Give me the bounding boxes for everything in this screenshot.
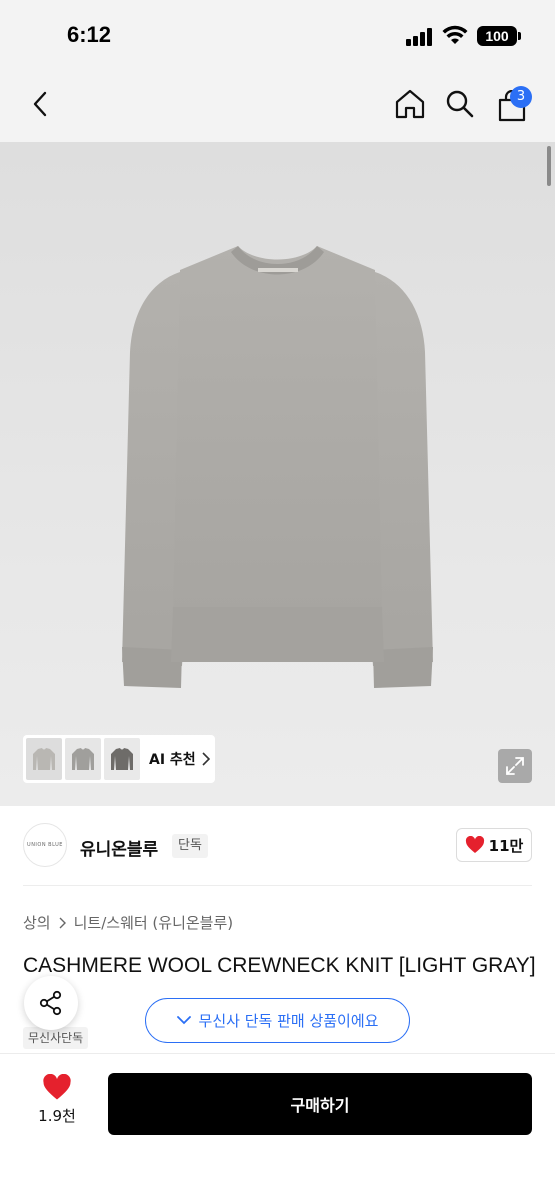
share-button[interactable] [24,976,78,1030]
status-bar: 6:12 100 [0,0,555,72]
fullscreen-button[interactable] [498,749,532,783]
buy-button[interactable]: 구매하기 [108,1073,532,1135]
chevron-right-icon [202,752,210,766]
chevron-right-icon [59,917,66,928]
back-button[interactable] [20,84,60,124]
status-time: 6:12 [67,22,112,47]
sweater-image [122,246,433,688]
search-button[interactable] [440,84,480,124]
breadcrumb: 상의 니트/스웨터 (유니온블루) [23,912,233,933]
brand-logo[interactable]: UNION BLUE [23,823,67,867]
exclusive-notice-pill[interactable]: 무신사 단독 판매 상품이에요 [145,998,410,1043]
scroll-indicator[interactable] [547,146,551,186]
thumbnail-gray[interactable] [65,738,101,780]
thumbnail-light-gray[interactable] [26,738,62,780]
bottom-action-bar: 1.9천 구매하기 [0,1053,555,1200]
cart-count-badge: 3 [510,86,532,108]
brand-row: UNION BLUE 유니온블루 단독 11만 [0,806,555,886]
expand-icon [506,757,524,775]
chevron-left-icon [33,91,47,117]
cellular-signal-icon [406,28,434,46]
exclusive-badge: 단독 [172,834,208,858]
chevron-down-icon [176,1016,191,1025]
battery-tip [518,32,521,40]
sweater-thumbnail-icon [111,748,133,770]
top-nav-bar [0,72,555,142]
musinsa-exclusive-tag: 무신사단독 [23,1027,89,1049]
sweater-thumbnail-icon [72,748,94,770]
heart-icon [465,836,484,853]
thumbnail-charcoal[interactable] [104,738,140,780]
ai-recommend-label: AI 추천 [149,752,196,768]
heart-icon [43,1074,71,1100]
wishlist-count: 1.9천 [38,1107,76,1125]
battery-indicator: 100 [477,26,517,46]
home-icon [395,89,425,119]
brand-like-count: 11만 [488,836,524,855]
breadcrumb-subcategory[interactable]: 니트/스웨터 (유니온블루) [74,912,234,933]
ai-recommend-strip[interactable]: AI 추천 [23,735,215,783]
brand-name[interactable]: 유니온블루 [80,835,158,860]
home-button[interactable] [390,84,430,124]
product-title: CASHMERE WOOL CREWNECK KNIT [LIGHT GRAY] [23,954,536,977]
wishlist-button[interactable]: 1.9천 [22,1074,92,1138]
share-icon [39,990,62,1016]
breadcrumb-category[interactable]: 상의 [23,912,51,933]
brand-like-button[interactable]: 11만 [456,828,532,862]
wifi-icon [442,25,468,44]
search-icon [446,90,474,118]
product-main-image[interactable] [0,142,555,806]
exclusive-notice-text: 무신사 단독 판매 상품이에요 [198,1012,379,1030]
sweater-thumbnail-icon [33,748,55,770]
section-divider [23,885,532,886]
